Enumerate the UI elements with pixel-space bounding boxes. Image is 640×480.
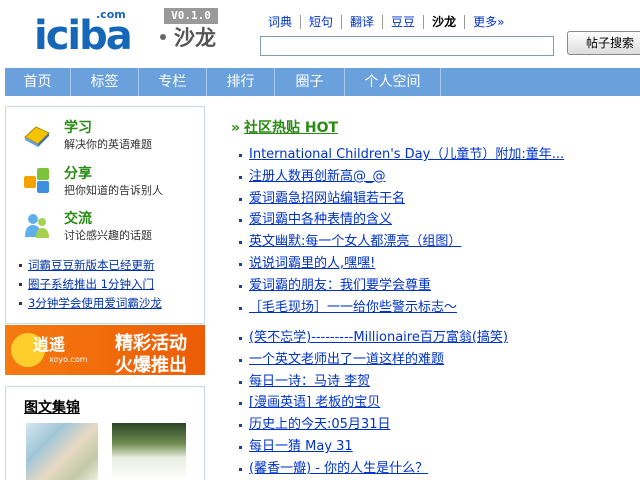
banner-logo-text: 逍遥 [33,335,66,354]
topnav-salon[interactable]: 沙龙 [424,15,466,29]
gallery-panel: 图文集锦 [5,386,205,480]
logo-domain: .com [96,8,126,21]
gallery-thumbnail-illustration[interactable] [26,423,98,480]
hot-post-item[interactable]: 历史上的今天:05月31日 [239,414,639,436]
hot-post-item[interactable]: 每日一猜 May 31 [239,436,639,458]
hot-post-item[interactable]: 说说词霸里的人,嘿嘿! [239,253,639,275]
gallery-title[interactable]: 图文集锦 [24,397,80,417]
feature-study-title: 学习 [64,120,92,136]
mainnav-circles[interactable]: 圈子 [275,68,345,96]
hot-posts-list: International Children's Day（儿童节）附加:童年..… [239,144,639,318]
mainnav-tags[interactable]: 标签 [71,68,139,96]
logo-separator-dot [160,34,166,40]
feature-communicate[interactable]: 交流 讨论感兴趣的话题 [22,208,202,248]
left-link-salon-guide[interactable]: 3分钟学会使用爱词霸沙龙 [18,294,202,313]
feature-share[interactable]: 分享 把你知道的告诉别人 [22,163,202,203]
gallery-thumbnail-photo[interactable] [112,423,186,480]
mainnav-ranking[interactable]: 排行 [207,68,275,96]
search-input[interactable] [260,36,554,56]
left-link-doudou-update[interactable]: 词霸豆豆新版本已经更新 [18,256,202,275]
feature-study-desc: 解决你的英语难题 [64,138,152,151]
topnav-more[interactable]: 更多» [465,15,512,29]
feature-communicate-title: 交流 [64,211,92,227]
top-navigation: 词典 短句 翻译 豆豆 沙龙 更多» [260,13,512,31]
feature-share-title: 分享 [64,166,92,182]
hot-post-item[interactable]: International Children's Day（儿童节）附加:童年..… [239,144,639,166]
feature-communicate-desc: 讨论感兴趣的话题 [64,229,152,242]
hot-post-item[interactable]: 每日一诗：马诗 李贺 [239,371,639,393]
share-icon [22,165,52,195]
topnav-translate[interactable]: 翻译 [342,15,384,29]
hot-posts-title[interactable]: 社区热贴 HOT [244,120,338,136]
iciba-logo[interactable]: iciba .com [30,6,154,60]
hot-post-item[interactable]: 一个英文老师出了一道这样的难题 [239,349,639,371]
study-icon [22,119,52,149]
hot-post-item[interactable]: (笑不忘学)---------Millionaire百万富翁(搞笑) [239,327,639,349]
feature-study[interactable]: 学习 解决你的英语难题 [22,117,202,157]
hot-posts-header: » 社区热贴 HOT [231,117,338,137]
mainnav-home[interactable]: 首页 [5,68,71,96]
topnav-dictionary[interactable]: 词典 [260,15,302,29]
hot-post-item[interactable]: [漫画英语] 老板的宝贝 [239,392,639,414]
post-search-button[interactable]: 帖子搜索 [567,31,640,55]
people-icon [22,210,52,240]
left-link-circle-intro[interactable]: 圈子系统推出 1分钟入门 [18,275,202,294]
banner-logo-sub: xoyo.com [49,355,88,364]
double-chevron-icon: » [231,120,241,136]
main-navigation: 首页 标签 专栏 排行 圈子 个人空间 [5,68,640,96]
hot-post-item[interactable]: 注册人数再创新高@_@ [239,166,639,188]
topnav-sentences[interactable]: 短句 [301,15,343,29]
topnav-doudou[interactable]: 豆豆 [383,15,425,29]
mainnav-personal-space[interactable]: 个人空间 [345,68,441,96]
features-panel: 学习 解决你的英语难题 分享 把你知道的告诉别人 交流 讨论感兴趣的话题 词霸豆… [5,106,205,324]
hot-post-item[interactable]: 爱词霸的朋友：我们要学会尊重 [239,275,639,297]
hot-post-item[interactable]: ［毛毛现场］一一给你些警示标志～ [239,297,639,319]
feature-share-desc: 把你知道的告诉别人 [64,184,163,197]
hot-post-item[interactable]: (馨香一瓣) - 你的人生是什么？ [239,458,639,480]
header: iciba .com V0.1.0 沙龙 词典 短句 翻译 豆豆 沙龙 更多» … [0,0,640,68]
salon-title: 沙龙 [174,26,216,50]
banner-headline-2: 火爆推出 [115,355,187,375]
hot-posts-list: (笑不忘学)---------Millionaire百万富翁(搞笑) 一个英文老… [239,327,639,480]
hot-post-item[interactable]: 爱词霸中各种表情的含义 [239,209,639,231]
announcement-links: 词霸豆豆新版本已经更新 圈子系统推出 1分钟入门 3分钟学会使用爱词霸沙龙 [18,256,202,313]
mainnav-columns[interactable]: 专栏 [139,68,207,96]
hot-post-item[interactable]: 英文幽默:每一个女人都漂亮（组图） [239,231,639,253]
hot-post-item[interactable]: 爱词霸急招网站编辑若干名 [239,188,639,210]
xoyo-promo-banner[interactable]: 逍遥 xoyo.com 精彩活动 火爆推出 [5,325,205,375]
